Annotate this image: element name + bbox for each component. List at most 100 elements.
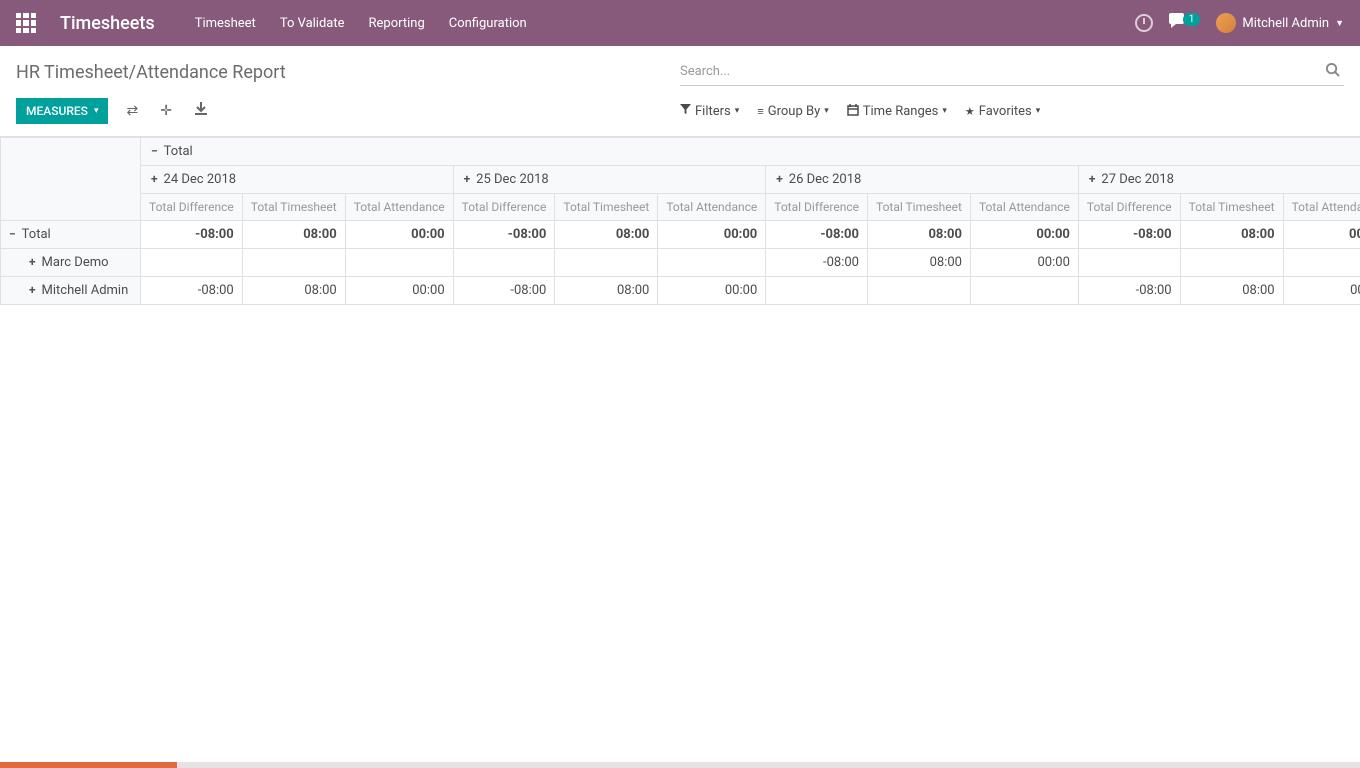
favorites-label: Favorites — [979, 104, 1032, 119]
nav-menu: Timesheet To Validate Reporting Configur… — [195, 16, 1135, 31]
measure-header[interactable]: Total Difference — [453, 194, 555, 221]
search-icon[interactable] — [1321, 62, 1344, 81]
measure-header[interactable]: Total Attendance — [658, 194, 766, 221]
caret-down-icon: ▾ — [1036, 106, 1041, 116]
pivot-cell: 08:00 — [242, 221, 345, 249]
plus-icon[interactable]: + — [29, 283, 36, 297]
plus-icon[interactable]: + — [1089, 172, 1096, 186]
measure-header[interactable]: Total Difference — [141, 194, 243, 221]
pivot-cell: 08:00 — [867, 221, 970, 249]
pivot-corner — [1, 138, 141, 221]
measure-header[interactable]: Total Timesheet — [1180, 194, 1283, 221]
pivot-cell: 00:00 — [1283, 277, 1360, 305]
loading-bar — [0, 762, 1360, 768]
measure-header[interactable]: Total Difference — [766, 194, 868, 221]
pivot-cell — [867, 277, 970, 305]
pivot-cell: 00:00 — [345, 221, 453, 249]
pivot-cell: 00:00 — [970, 249, 1078, 277]
pivot-cell — [1180, 249, 1283, 277]
pivot-cell: 08:00 — [555, 277, 658, 305]
table-row-total: −Total-08:0008:0000:00-08:0008:0000:00-0… — [1, 221, 1360, 249]
col-total-label[interactable]: Total — [164, 144, 193, 159]
user-menu[interactable]: Mitchell Admin ▼ — [1216, 13, 1344, 33]
caret-down-icon: ▾ — [824, 106, 829, 116]
pivot-cell: 00:00 — [970, 221, 1078, 249]
row-header-total[interactable]: −Total — [1, 221, 141, 249]
chat-button[interactable]: 1 — [1169, 13, 1201, 33]
row-label[interactable]: Marc Demo — [42, 255, 109, 270]
chat-badge-count: 1 — [1183, 13, 1201, 26]
timeranges-dropdown[interactable]: Time Ranges ▾ — [847, 104, 947, 119]
pivot-table: −Total+24 Dec 2018+25 Dec 2018+26 Dec 20… — [0, 137, 1360, 305]
date-group-label[interactable]: 26 Dec 2018 — [789, 172, 862, 187]
nav-item-reporting[interactable]: Reporting — [369, 16, 425, 31]
date-group-label[interactable]: 27 Dec 2018 — [1101, 172, 1174, 187]
col-group-date[interactable]: +25 Dec 2018 — [453, 166, 766, 194]
apps-icon[interactable] — [16, 13, 36, 33]
main-navbar: Timesheets Timesheet To Validate Reporti… — [0, 0, 1360, 46]
row-header[interactable]: + Mitchell Admin — [1, 277, 141, 305]
row-total-label[interactable]: Total — [22, 227, 51, 242]
calendar-icon — [847, 104, 859, 119]
filters-label: Filters — [695, 104, 731, 119]
pivot-cell — [970, 277, 1078, 305]
pivot-body: −Total-08:0008:0000:00-08:0008:0000:00-0… — [1, 221, 1360, 305]
col-group-date[interactable]: +26 Dec 2018 — [766, 166, 1079, 194]
pivot-cell — [453, 249, 555, 277]
col-group-total[interactable]: −Total — [141, 138, 1360, 166]
pivot-cell: -08:00 — [766, 221, 868, 249]
list-icon: ≡ — [757, 105, 763, 118]
measure-header[interactable]: Total Difference — [1078, 194, 1180, 221]
row-label[interactable]: Mitchell Admin — [42, 283, 129, 298]
nav-item-validate[interactable]: To Validate — [280, 16, 345, 31]
plus-icon[interactable]: + — [29, 255, 36, 269]
nav-item-configuration[interactable]: Configuration — [449, 16, 527, 31]
clock-icon[interactable] — [1135, 14, 1153, 32]
favorites-dropdown[interactable]: ★ Favorites ▾ — [965, 104, 1040, 119]
nav-item-timesheet[interactable]: Timesheet — [195, 16, 256, 31]
plus-icon[interactable]: + — [776, 172, 783, 186]
measure-header[interactable]: Total Timesheet — [867, 194, 970, 221]
measures-button[interactable]: MEASURES ▾ — [16, 98, 108, 124]
measure-header[interactable]: Total Attendance — [970, 194, 1078, 221]
search-input[interactable] — [680, 64, 1321, 79]
pivot-cell: -08:00 — [766, 249, 868, 277]
pivot-container: −Total+24 Dec 2018+25 Dec 2018+26 Dec 20… — [0, 137, 1360, 305]
pivot-cell: 00:00 — [658, 277, 766, 305]
groupby-dropdown[interactable]: ≡ Group By ▾ — [757, 104, 828, 119]
plus-icon[interactable]: + — [151, 172, 158, 186]
measure-header[interactable]: Total Timesheet — [555, 194, 658, 221]
pivot-cell: 00:00 — [658, 221, 766, 249]
date-group-label[interactable]: 25 Dec 2018 — [476, 172, 549, 187]
date-group-label[interactable]: 24 Dec 2018 — [164, 172, 237, 187]
measure-header[interactable]: Total Timesheet — [242, 194, 345, 221]
pivot-cell: -08:00 — [141, 277, 243, 305]
pivot-cell: -08:00 — [453, 277, 555, 305]
col-group-date[interactable]: +27 Dec 2018 — [1078, 166, 1360, 194]
expand-all-button[interactable]: ✛ — [156, 99, 176, 123]
flip-axis-button[interactable]: ⇄ — [122, 99, 142, 123]
pivot-cell: -08:00 — [1078, 221, 1180, 249]
pivot-cell: 00:00 — [1283, 221, 1360, 249]
pivot-cell: 08:00 — [555, 221, 658, 249]
pivot-head: −Total+24 Dec 2018+25 Dec 2018+26 Dec 20… — [1, 138, 1360, 221]
measure-header[interactable]: Total Attendance — [1283, 194, 1360, 221]
pivot-cell: -08:00 — [141, 221, 243, 249]
row-header[interactable]: + Marc Demo — [1, 249, 141, 277]
pivot-cell: -08:00 — [1078, 277, 1180, 305]
caret-down-icon: ▾ — [94, 106, 99, 116]
filters-dropdown[interactable]: Filters ▾ — [680, 104, 739, 119]
breadcrumb: HR Timesheet/Attendance Report — [16, 62, 680, 83]
pivot-cell: 08:00 — [1180, 221, 1283, 249]
minus-icon[interactable]: − — [151, 144, 158, 158]
pivot-cell — [141, 249, 243, 277]
download-button[interactable] — [190, 98, 212, 124]
col-group-date[interactable]: +24 Dec 2018 — [141, 166, 454, 194]
measure-header[interactable]: Total Attendance — [345, 194, 453, 221]
table-row: +Marc Demo-08:0008:0000:00 — [1, 249, 1360, 277]
avatar — [1216, 13, 1236, 33]
minus-icon[interactable]: − — [9, 227, 16, 241]
caret-down-icon: ▾ — [942, 106, 947, 116]
caret-down-icon: ▼ — [1335, 18, 1344, 29]
plus-icon[interactable]: + — [464, 172, 471, 186]
